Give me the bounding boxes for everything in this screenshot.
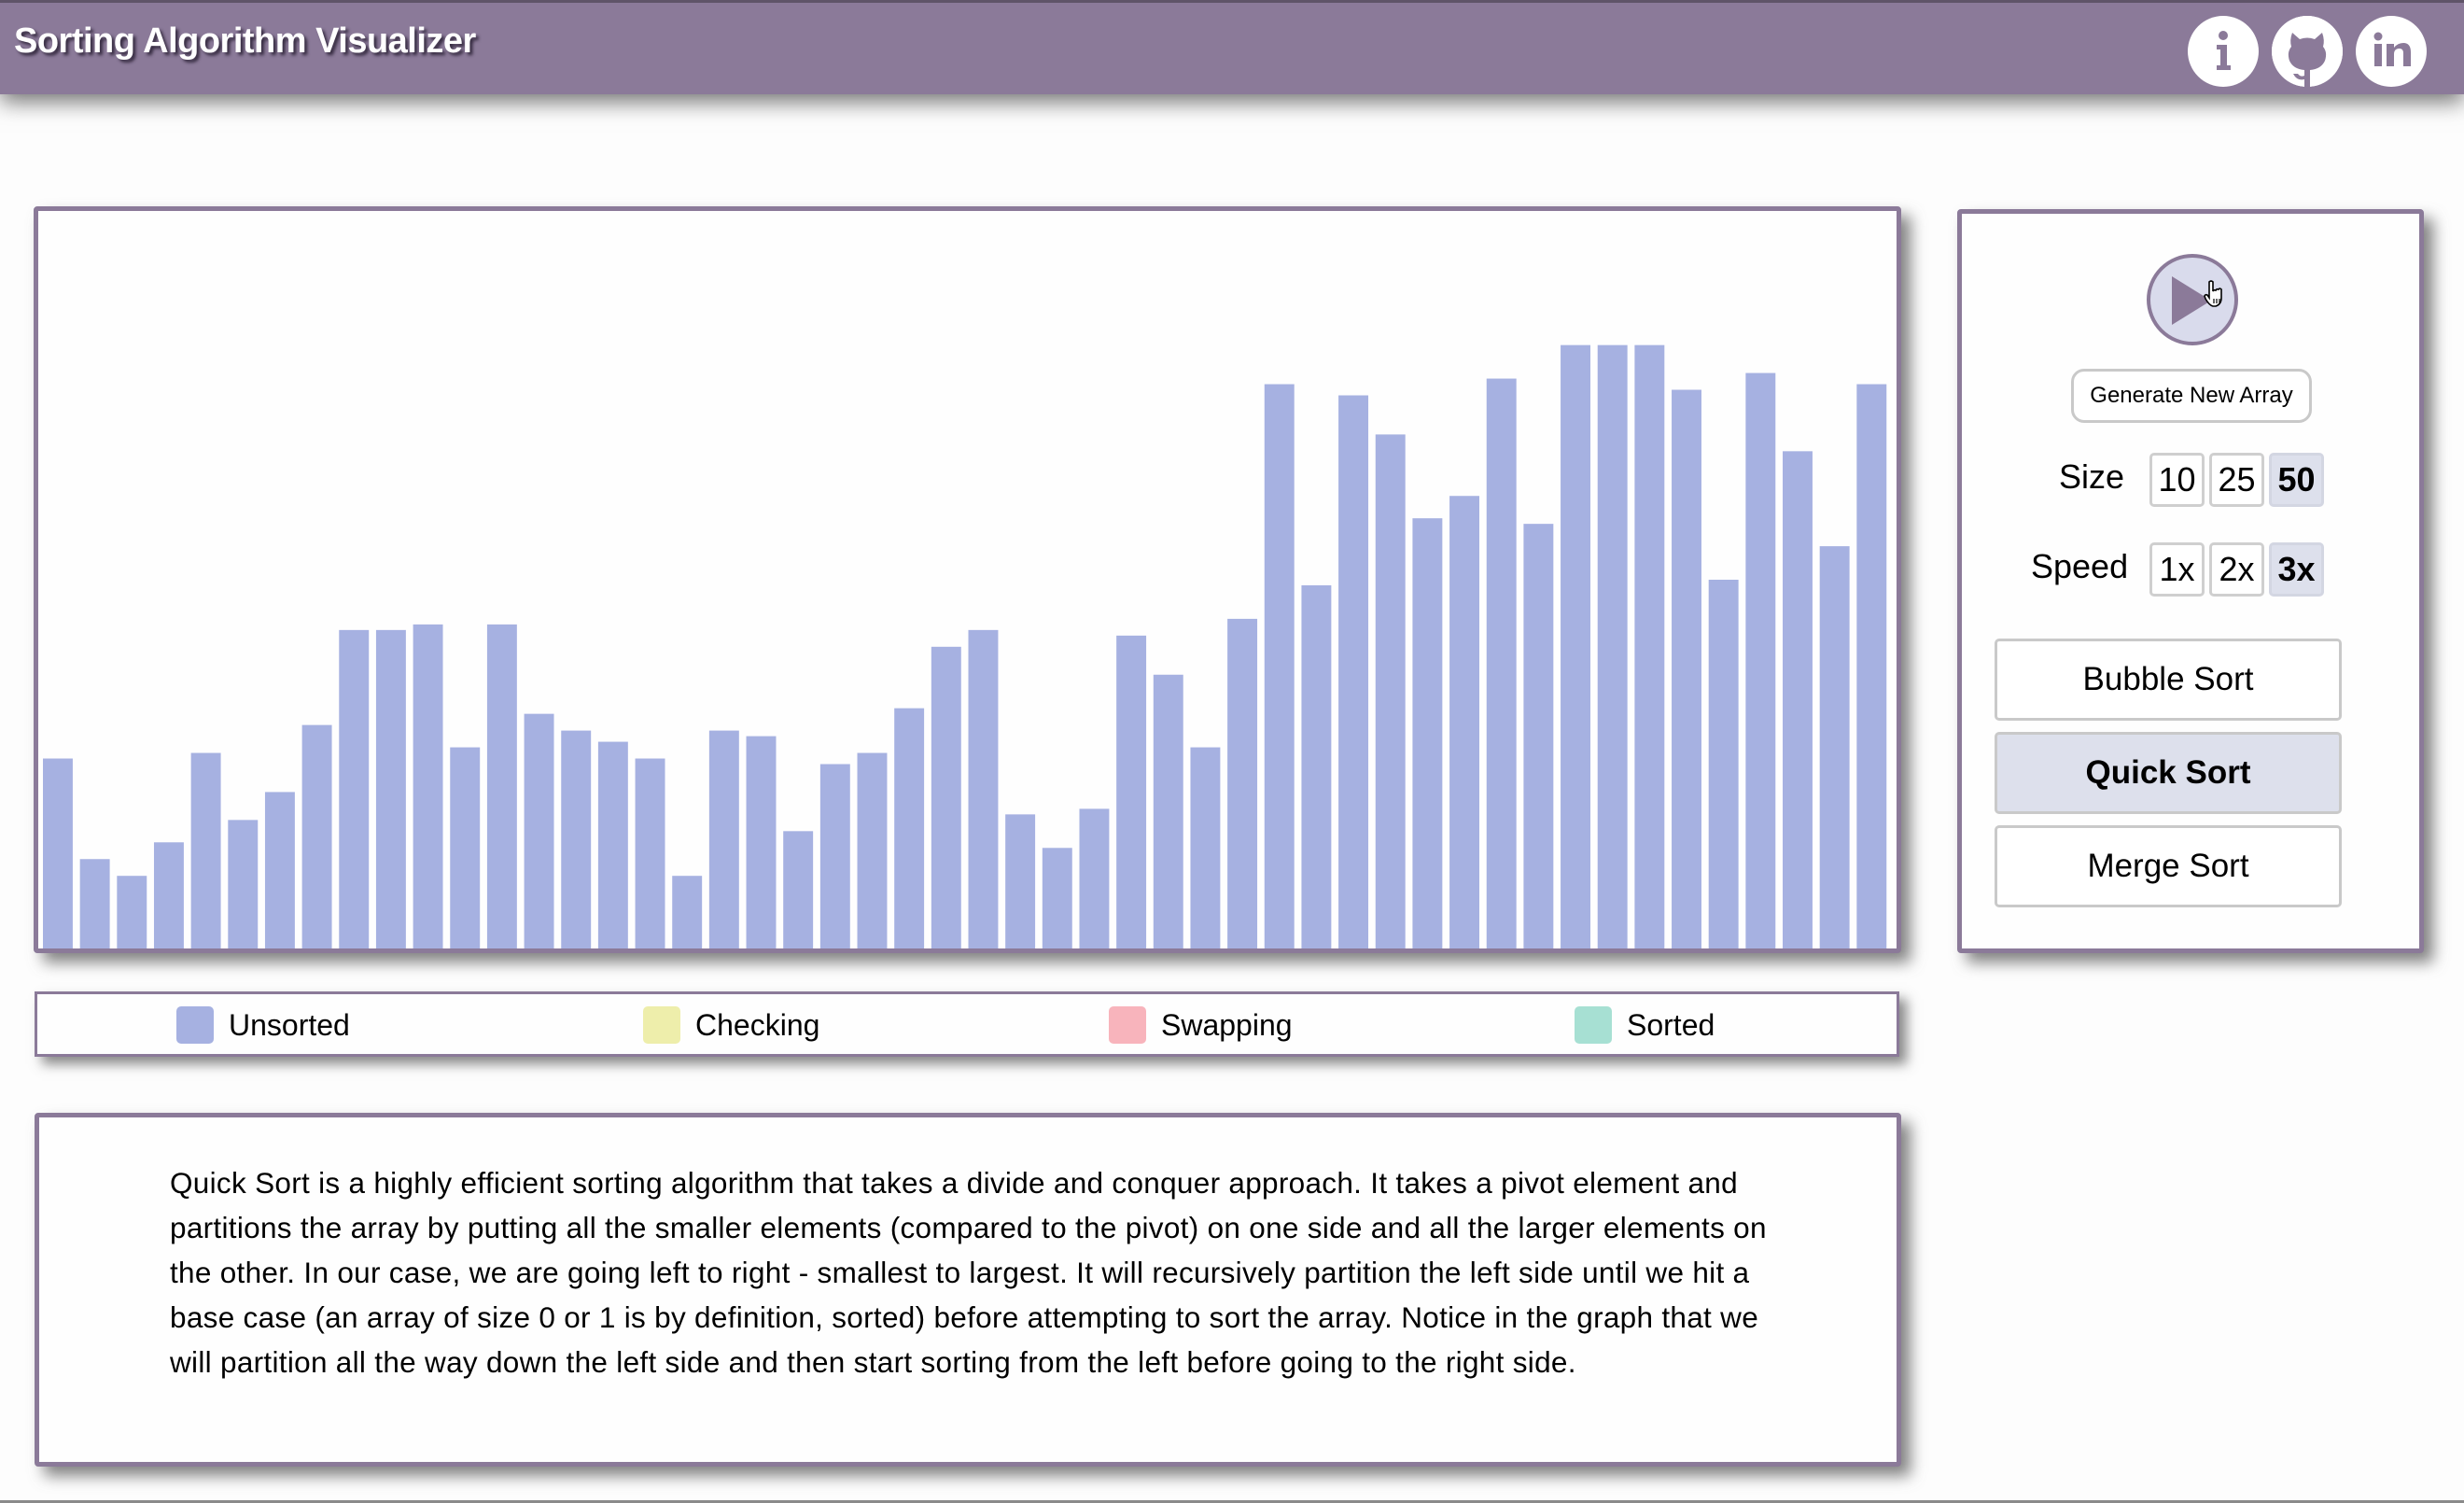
bar-14: [524, 713, 554, 948]
bar-23: [857, 752, 888, 948]
size-option-50[interactable]: 50: [2269, 453, 2324, 507]
algorithm-description-panel: Quick Sort is a highly efficient sorting…: [35, 1113, 1901, 1467]
legend-item-checking: Checking: [643, 1006, 819, 1044]
size-label: Size: [2059, 457, 2125, 496]
bar-43: [1597, 344, 1628, 948]
legend-item-swapping: Swapping: [1109, 1006, 1293, 1044]
bar-2: [79, 859, 110, 948]
app-header: Sorting Algorithm Visualizer: [0, 0, 2464, 94]
hand-cursor-icon: [2204, 280, 2222, 307]
speed-option-2x[interactable]: 2x: [2209, 542, 2264, 597]
bar-24: [894, 708, 925, 948]
bar-33: [1227, 618, 1258, 948]
bar-28: [1042, 848, 1072, 948]
bar-1: [43, 758, 73, 948]
legend-item-sorted: Sorted: [1575, 1006, 1715, 1044]
bar-18: [672, 876, 703, 948]
bar-15: [561, 730, 592, 948]
bar-40: [1486, 378, 1517, 948]
bar-21: [783, 831, 814, 948]
bar-10: [375, 629, 406, 948]
bar-45: [1672, 389, 1701, 948]
bar-9: [339, 629, 370, 948]
bar-4: [153, 842, 184, 948]
bar-16: [597, 741, 628, 948]
legend-swatch-checking: [643, 1006, 680, 1044]
speed-option-1x[interactable]: 1x: [2149, 542, 2205, 597]
speed-label: Speed: [2031, 547, 2129, 585]
bar-chart: [43, 344, 1887, 948]
bar-46: [1708, 580, 1739, 948]
legend-label-unsorted: Unsorted: [229, 1007, 350, 1042]
bar-34: [1264, 384, 1295, 948]
bubble-sort-button[interactable]: Bubble Sort: [1995, 639, 2342, 721]
bar-12: [450, 747, 481, 948]
bar-47: [1745, 372, 1776, 948]
app-title: Sorting Algorithm Visualizer: [14, 21, 476, 61]
control-panel: Generate New Array Size 10 25 50 Speed 1…: [1957, 209, 2424, 953]
bar-44: [1634, 344, 1665, 948]
bar-3: [117, 876, 147, 948]
bar-48: [1783, 451, 1813, 948]
legend-label-swapping: Swapping: [1161, 1007, 1293, 1042]
bar-42: [1561, 344, 1590, 948]
bar-13: [486, 624, 517, 948]
merge-sort-button[interactable]: Merge Sort: [1995, 825, 2342, 907]
header-links: [2188, 16, 2427, 87]
legend-label-checking: Checking: [695, 1007, 820, 1042]
bar-11: [413, 624, 443, 948]
bar-38: [1412, 518, 1443, 948]
bar-32: [1190, 747, 1221, 948]
bar-8: [301, 724, 332, 948]
play-button[interactable]: [2147, 254, 2238, 345]
bar-49: [1819, 546, 1850, 948]
bar-17: [635, 758, 665, 948]
bar-35: [1301, 584, 1332, 948]
generate-new-array-button[interactable]: Generate New Array: [2071, 369, 2312, 423]
bar-22: [819, 764, 850, 948]
size-option-10[interactable]: 10: [2149, 453, 2205, 507]
bar-20: [746, 736, 777, 948]
bar-26: [968, 629, 999, 948]
bar-19: [708, 730, 739, 948]
bar-29: [1079, 808, 1110, 948]
legend-label-sorted: Sorted: [1627, 1007, 1715, 1042]
info-icon[interactable]: [2188, 16, 2259, 87]
legend-item-unsorted: Unsorted: [176, 1006, 350, 1044]
bar-37: [1375, 434, 1406, 948]
legend-swatch-swapping: [1109, 1006, 1146, 1044]
bar-25: [931, 646, 961, 948]
legend: Unsorted Checking Swapping Sorted: [35, 991, 1899, 1057]
algorithm-description: Quick Sort is a highly efficient sorting…: [170, 1166, 1767, 1379]
bar-6: [228, 820, 259, 948]
bar-27: [1005, 814, 1036, 948]
bar-30: [1116, 635, 1147, 948]
legend-swatch-unsorted: [176, 1006, 214, 1044]
speed-option-3x[interactable]: 3x: [2269, 542, 2324, 597]
bar-39: [1449, 496, 1480, 948]
bar-5: [190, 752, 221, 948]
bar-36: [1338, 395, 1369, 948]
bar-41: [1523, 524, 1554, 948]
legend-swatch-sorted: [1575, 1006, 1612, 1044]
quick-sort-button[interactable]: Quick Sort: [1995, 732, 2342, 814]
bar-chart-panel: [34, 206, 1901, 953]
size-option-25[interactable]: 25: [2209, 453, 2264, 507]
github-icon[interactable]: [2272, 16, 2343, 87]
bar-31: [1153, 674, 1183, 948]
bar-50: [1856, 384, 1887, 948]
bar-7: [264, 792, 295, 948]
linkedin-icon[interactable]: [2356, 16, 2427, 87]
